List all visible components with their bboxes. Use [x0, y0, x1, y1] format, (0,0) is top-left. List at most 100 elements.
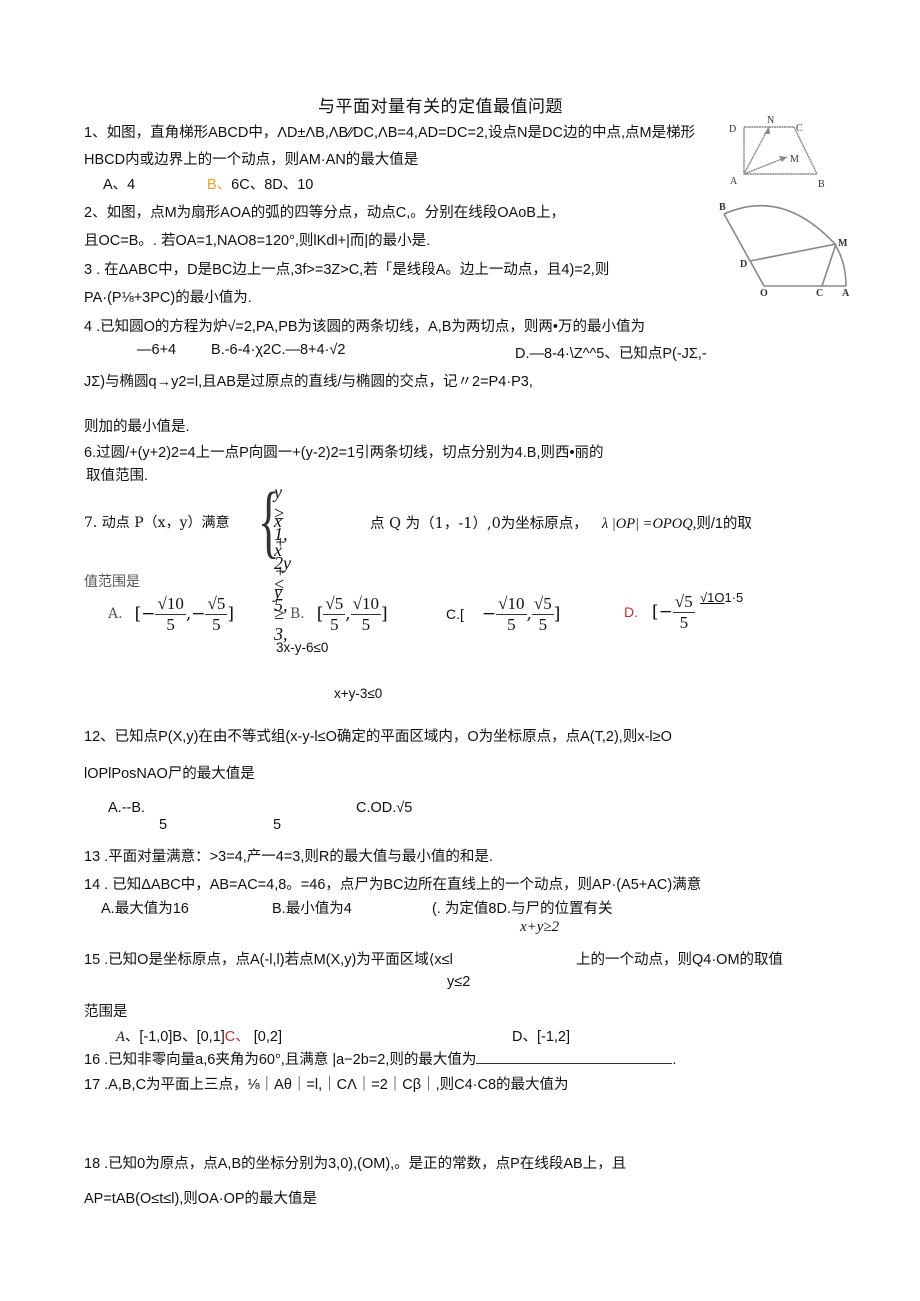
label-a: A	[730, 176, 738, 187]
question-6-line-2: 取值范围.	[86, 468, 149, 484]
label-c: C	[796, 123, 803, 134]
bracket: [−	[134, 604, 156, 625]
segment-ob	[723, 213, 765, 287]
options-a-b: 、[-1,0]B、[0,1]	[124, 1029, 225, 1045]
question-5-line-2: 则加的最小值是.	[84, 419, 190, 435]
denominator: 5	[212, 614, 221, 634]
question-15-line-1: 15 .已知O是坐标原点，点A(-l,l)若点M(X,y)为平面区域⟨x≤l	[84, 952, 453, 968]
question-6-line-1: 6.过圆/+(y+2)2=4上一点P向圆一+(y-2)2=1引两条切线，切点分别…	[84, 445, 604, 461]
question-4-option-d: D.—8-4·\Z^^5、已知点P(-JΣ,-	[515, 346, 707, 362]
question-3-line-1: 3 . 在ΔABC中，D是BC边上一点,3f>=3Z>C,若「是线段A。边上一动…	[84, 262, 610, 278]
question-1-line-2: HBCD内或边界上的一个动点，则AM·AN的最大值是	[84, 152, 419, 168]
bracket: ]	[381, 604, 388, 625]
fraction: √5 5	[205, 594, 228, 634]
question-4-line-1: 4 .已知圆O的方程为炉√=2,PA,PB为该圆的两条切线，A,B为两切点，则两…	[84, 319, 646, 335]
tail-root: √1O	[700, 590, 725, 605]
fraction: √10 5	[155, 594, 186, 634]
question-7-prefix: 7. 动点 P（x，y）满意	[84, 515, 230, 531]
question-12-line-2: lOPlPosNAO尸的最大值是	[84, 766, 255, 782]
bracket: ]	[227, 604, 234, 625]
question-2-line-2: 且OC=B。. 若OA=1,NAO8=120°,则lKdl+|而|的最小是.	[84, 233, 431, 249]
question-16-line-1: 16 .已知非零向量a,6夹角为60°,且满意 |a−2b=2,则的最大值为.	[84, 1048, 676, 1069]
question-7-point-q: 点 Q 为（1，-1）,0为坐标原点，	[370, 516, 588, 532]
question-12-denominator-2: 5	[273, 817, 282, 833]
question-15-option-d: D、[-1,2]	[512, 1029, 571, 1045]
question-1-option-b-label: B、	[207, 177, 232, 193]
label-d: D	[729, 124, 736, 135]
option-a-label: A	[116, 1029, 125, 1045]
question-15-inequality-bottom: y≤2	[447, 974, 471, 990]
question-7-option-b: B. [√5 5, √10 5]	[290, 594, 388, 634]
vector-am	[743, 156, 788, 175]
option-a-label: A.	[108, 606, 123, 623]
question-15-line-1-end: 上的一个动点，则Q4·OM的取值	[576, 952, 784, 968]
denominator: 5	[538, 614, 548, 634]
question-7-option-d-tail: √1O1·5	[700, 590, 743, 605]
label-m: M	[838, 238, 848, 249]
denominator: 5	[361, 614, 371, 634]
option-c-label: C、	[224, 1029, 250, 1045]
question-4-option-a: —6+4	[137, 342, 177, 358]
question-7-suffix-end: 则/1的取	[696, 516, 752, 532]
label-c: C	[816, 288, 823, 299]
arrow-head-n	[764, 127, 770, 134]
tail-end: 1·5	[724, 590, 744, 605]
trapezoid-figure: D N C M A B	[729, 115, 825, 190]
question-14-option-cd: (. 为定值8D.与尸的位置有关	[432, 901, 613, 917]
fraction: √5 5	[672, 592, 695, 632]
answer-blank[interactable]	[476, 1049, 673, 1064]
option-d-label: D.	[624, 604, 638, 621]
denominator: 5	[507, 614, 516, 634]
minus-sign: −	[481, 604, 497, 625]
numerator: √10	[155, 594, 186, 615]
question-7-option-a: A. [− √10 5 ,− √5 5]	[108, 594, 234, 634]
option-c-value: [0,2]	[253, 1029, 282, 1045]
label-b: B	[818, 179, 825, 190]
label-n: N	[767, 115, 774, 126]
denominator: 5	[679, 612, 689, 632]
question-5-line-1: JΣ)与椭圆q→y2=l,且AB是过原点的直线/与椭圆的交点，记〃2=P4·P3…	[84, 374, 533, 390]
question-3-line-2: PA·(P⅛+3PC)的最小值为.	[84, 290, 252, 306]
segment-dm	[749, 243, 837, 262]
question-17-line-1: 17 .A,B,C为平面上三点，⅛｜Aθ｜=l,｜CΛ｜=2｜Cβ｜,则C4·C…	[84, 1077, 569, 1093]
label-m: M	[790, 154, 799, 165]
bracket: [−	[652, 602, 673, 623]
label-b: B	[719, 202, 726, 213]
question-16-end: .	[672, 1052, 677, 1068]
question-1-options: B、6C、8D、10	[207, 173, 313, 194]
question-18-line-1: 18 .已知0为原点，点A,B的坐标分别为3,0),(OM),。是正的常数，点P…	[84, 1156, 627, 1172]
option-c-label: C.[	[446, 606, 464, 623]
question-14-option-a: A.最大值为16	[101, 901, 189, 917]
bracket: ]	[553, 604, 561, 625]
label-o: O	[760, 288, 768, 299]
bracket: [	[316, 604, 324, 625]
question-1-option-a: A、4	[103, 177, 136, 193]
question-1-option-rest: 6C、8D、10	[231, 177, 314, 193]
question-15-line-2: 范围是	[84, 1004, 128, 1020]
question-12-line-1: 12、已知点P(X,y)在由不等式组(x-y-l≤O确定的平面区域内，O为坐标原…	[84, 729, 672, 745]
question-15-inequality-top: x+y≥2	[520, 919, 560, 935]
question-12-inequality-1: 3x-y-6≤0	[276, 640, 329, 655]
question-14-line-1: 14 . 已知ΔABC中，AB=AC=4,8。=46，点尸为BC边所在直线上的一…	[84, 877, 702, 893]
vector-an	[743, 126, 770, 175]
question-7-suffix: 点 Q 为（1，-1）,0为坐标原点， λ |OP| =OPOQ,则/1的取	[370, 512, 752, 533]
numerator: √5	[531, 594, 554, 615]
separator: ,−	[185, 604, 206, 625]
fraction: √5 5	[323, 594, 346, 634]
trapezoid-outline	[743, 126, 819, 175]
numerator: √10	[350, 594, 382, 615]
numerator: √5	[205, 594, 228, 615]
question-7-option-c: C.[ − √10 5, √5 5]	[446, 594, 560, 634]
question-18-line-2: AP=tAB(O≤t≤l),则OA·OP的最大值是	[84, 1191, 318, 1207]
sector-figure: B M D O C A	[719, 202, 850, 299]
question-2-line-1: 2、如图，点M为扇形AOA的弧的四等分点，动点C,。分别在线段OAoB上，	[84, 205, 565, 221]
question-12-inequality-2: x+y-3≤0	[334, 686, 383, 701]
fraction: √10 5	[496, 594, 527, 634]
system-line-3: x + y ≥ 3,	[274, 540, 288, 644]
label-d: D	[740, 259, 747, 270]
numerator: √5	[323, 594, 346, 615]
question-7-lambda-expr: λ |OP| =OPOQ,	[601, 516, 697, 532]
fraction: √10 5	[350, 594, 382, 634]
question-12-options-ab: A.--B.	[108, 800, 146, 816]
question-7-line-2: 值范围是	[84, 574, 140, 590]
